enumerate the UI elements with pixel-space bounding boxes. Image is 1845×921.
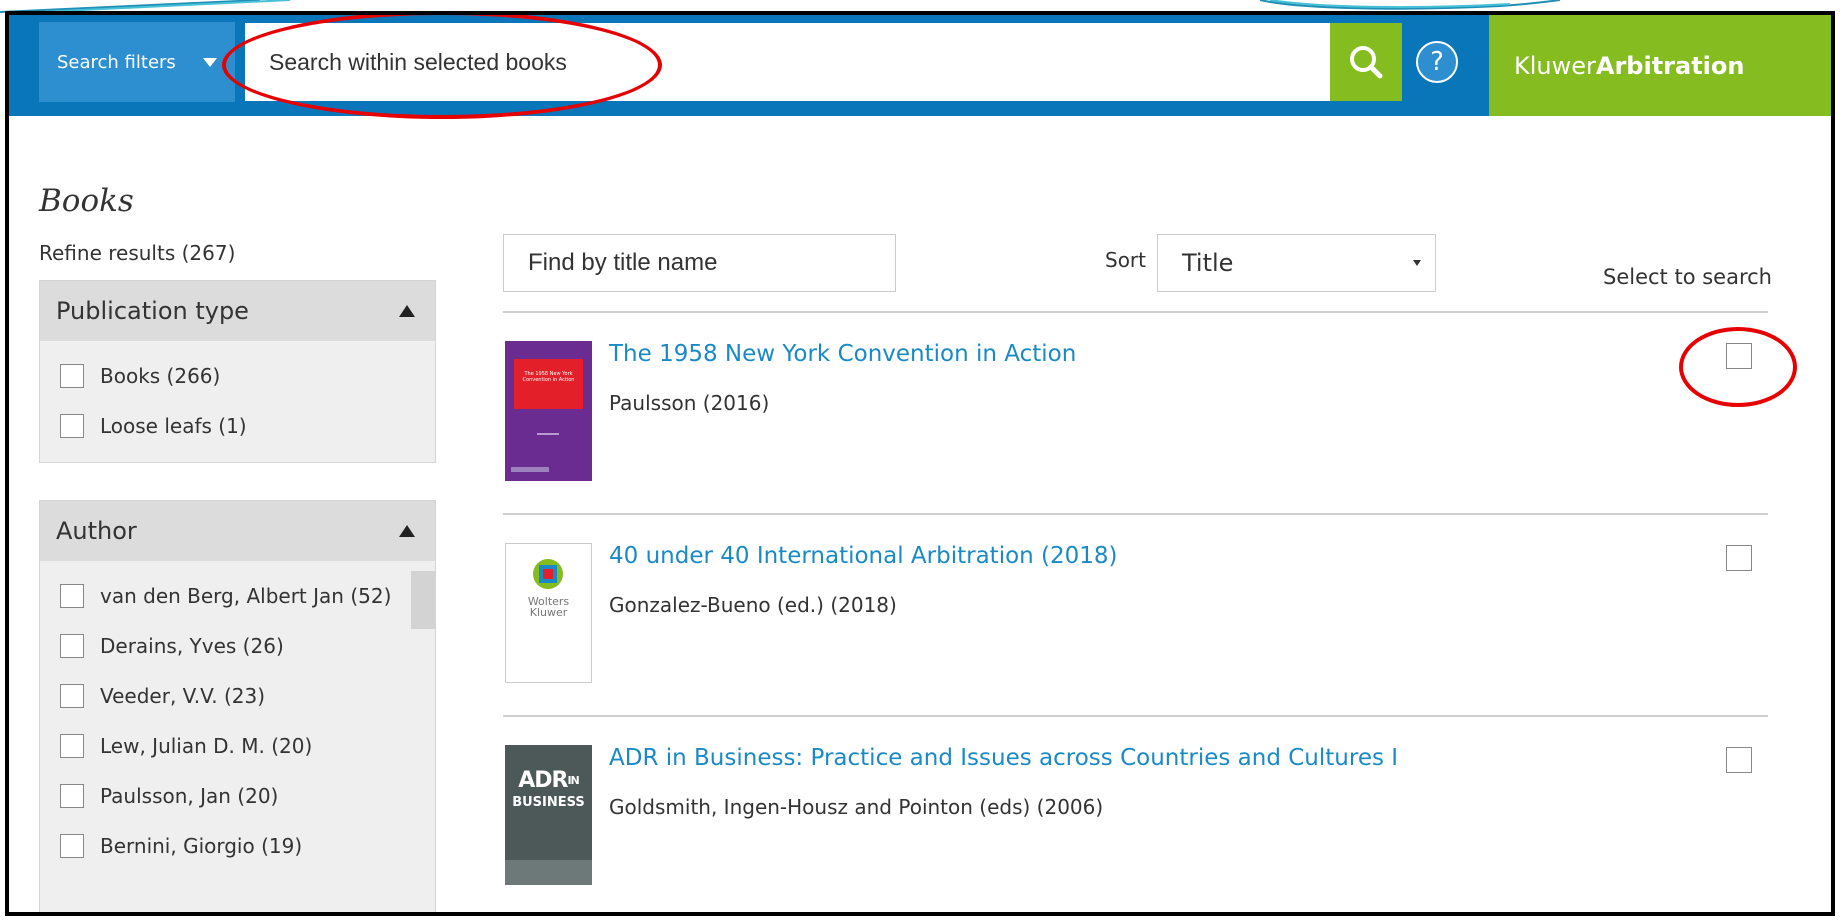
search-button[interactable] [1330,23,1402,101]
result-title-link[interactable]: ADR in Business: Practice and Issues acr… [609,745,1398,771]
cover-rule [537,433,559,435]
find-by-title-input[interactable] [503,234,896,292]
facet-option[interactable]: Veeder, V.V. (23) [40,671,435,721]
facet-title: Author [56,517,137,545]
cover-publisher-text: Wolters Kluwer [506,596,591,618]
select-checkbox[interactable] [1726,747,1752,773]
divider [503,311,1768,313]
annotation-circle [1679,327,1797,407]
search-filters-label: Search filters [57,51,176,73]
book-cover[interactable]: The 1958 New York Convention in Action [505,341,592,481]
search-filters-button[interactable]: Search filters [39,22,235,102]
book-cover[interactable]: ADRIN BUSINESS [505,745,592,885]
triangle-up-icon [399,305,415,317]
sort-select[interactable]: Title [1157,234,1436,292]
cover-publisher-logo [511,467,549,472]
facet-option-label: Bernini, Giorgio (19) [100,834,303,858]
facet-option-label: Books (266) [100,364,221,388]
result-item: The 1958 New York Convention in Action T… [503,341,1768,491]
cover-band [505,860,592,885]
result-author: Goldsmith, Ingen-Housz and Pointon (eds)… [609,795,1104,819]
cover-publisher-line: Kluwer [529,606,568,619]
facet-option-label: Derains, Yves (26) [100,634,284,658]
wolters-kluwer-logo-icon [533,559,563,589]
checkbox[interactable] [60,584,84,608]
brand-name-light: Kluwer [1514,51,1596,80]
caret-down-icon [1413,260,1421,266]
facet-option-label: van den Berg, Albert Jan (52) [100,584,392,608]
browser-frame: Search filters ? KluwerArbitration Books… [5,11,1835,916]
brand-logo[interactable]: Kluwer Arbitration [1489,15,1831,116]
cover-title-word: ADR [518,768,568,793]
facet-option-label: Paulsson, Jan (20) [100,784,279,808]
page-title: Books [39,183,134,219]
facet-option[interactable]: van den Berg, Albert Jan (52) [40,571,435,621]
result-author: Gonzalez-Bueno (ed.) (2018) [609,593,897,617]
facet-body: Books (266) Loose leafs (1) [40,341,435,451]
facet-author: Author van den Berg, Albert Jan (52) Der… [39,500,436,912]
facet-header-publication-type[interactable]: Publication type [40,281,435,341]
facet-title: Publication type [56,297,249,325]
divider [503,715,1768,717]
refine-results-label: Refine results (267) [39,241,236,265]
select-to-search-label: Select to search [1603,265,1772,289]
facet-publication-type: Publication type Books (266) Loose leafs… [39,280,436,463]
facet-body: van den Berg, Albert Jan (52) Derains, Y… [40,561,435,871]
select-checkbox[interactable] [1726,545,1752,571]
caret-down-icon [203,58,217,67]
facet-option[interactable]: Loose leafs (1) [40,401,435,451]
result-item: Wolters Kluwer 40 under 40 International … [503,543,1768,693]
result-title-link[interactable]: The 1958 New York Convention in Action [609,341,1076,367]
annotation-circle [222,15,662,119]
cover-title-word: IN [567,774,579,787]
facet-option[interactable]: Lew, Julian D. M. (20) [40,721,435,771]
checkbox[interactable] [60,634,84,658]
facet-option[interactable]: Paulsson, Jan (20) [40,771,435,821]
triangle-up-icon [399,525,415,537]
checkbox[interactable] [60,364,84,388]
cover-title: The 1958 New York Convention in Action [514,359,583,409]
checkbox[interactable] [60,734,84,758]
checkbox[interactable] [60,414,84,438]
divider [503,513,1768,515]
facet-option-label: Veeder, V.V. (23) [100,684,266,708]
search-icon [1350,46,1383,79]
sort-value: Title [1182,249,1234,277]
help-icon: ? [1430,47,1444,77]
cover-subtitle: BUSINESS [512,795,585,810]
facet-option-label: Loose leafs (1) [100,414,247,438]
checkbox[interactable] [60,834,84,858]
result-author: Paulsson (2016) [609,391,770,415]
result-title-link[interactable]: 40 under 40 International Arbitration (2… [609,543,1118,569]
brand-name-bold: Arbitration [1595,51,1745,80]
cover-title: ADRIN [505,770,592,792]
facet-option[interactable]: Bernini, Giorgio (19) [40,821,435,871]
scrollbar-thumb[interactable] [411,571,435,629]
facet-option[interactable]: Books (266) [40,351,435,401]
facet-option-label: Lew, Julian D. M. (20) [100,734,313,758]
checkbox[interactable] [60,784,84,808]
result-item: ADRIN BUSINESS ADR in Business: Practice… [503,745,1768,895]
facet-header-author[interactable]: Author [40,501,435,561]
help-button[interactable]: ? [1416,41,1458,83]
facet-option[interactable]: Derains, Yves (26) [40,621,435,671]
book-cover[interactable]: Wolters Kluwer [505,543,592,683]
sort-label: Sort [1105,248,1146,272]
checkbox[interactable] [60,684,84,708]
